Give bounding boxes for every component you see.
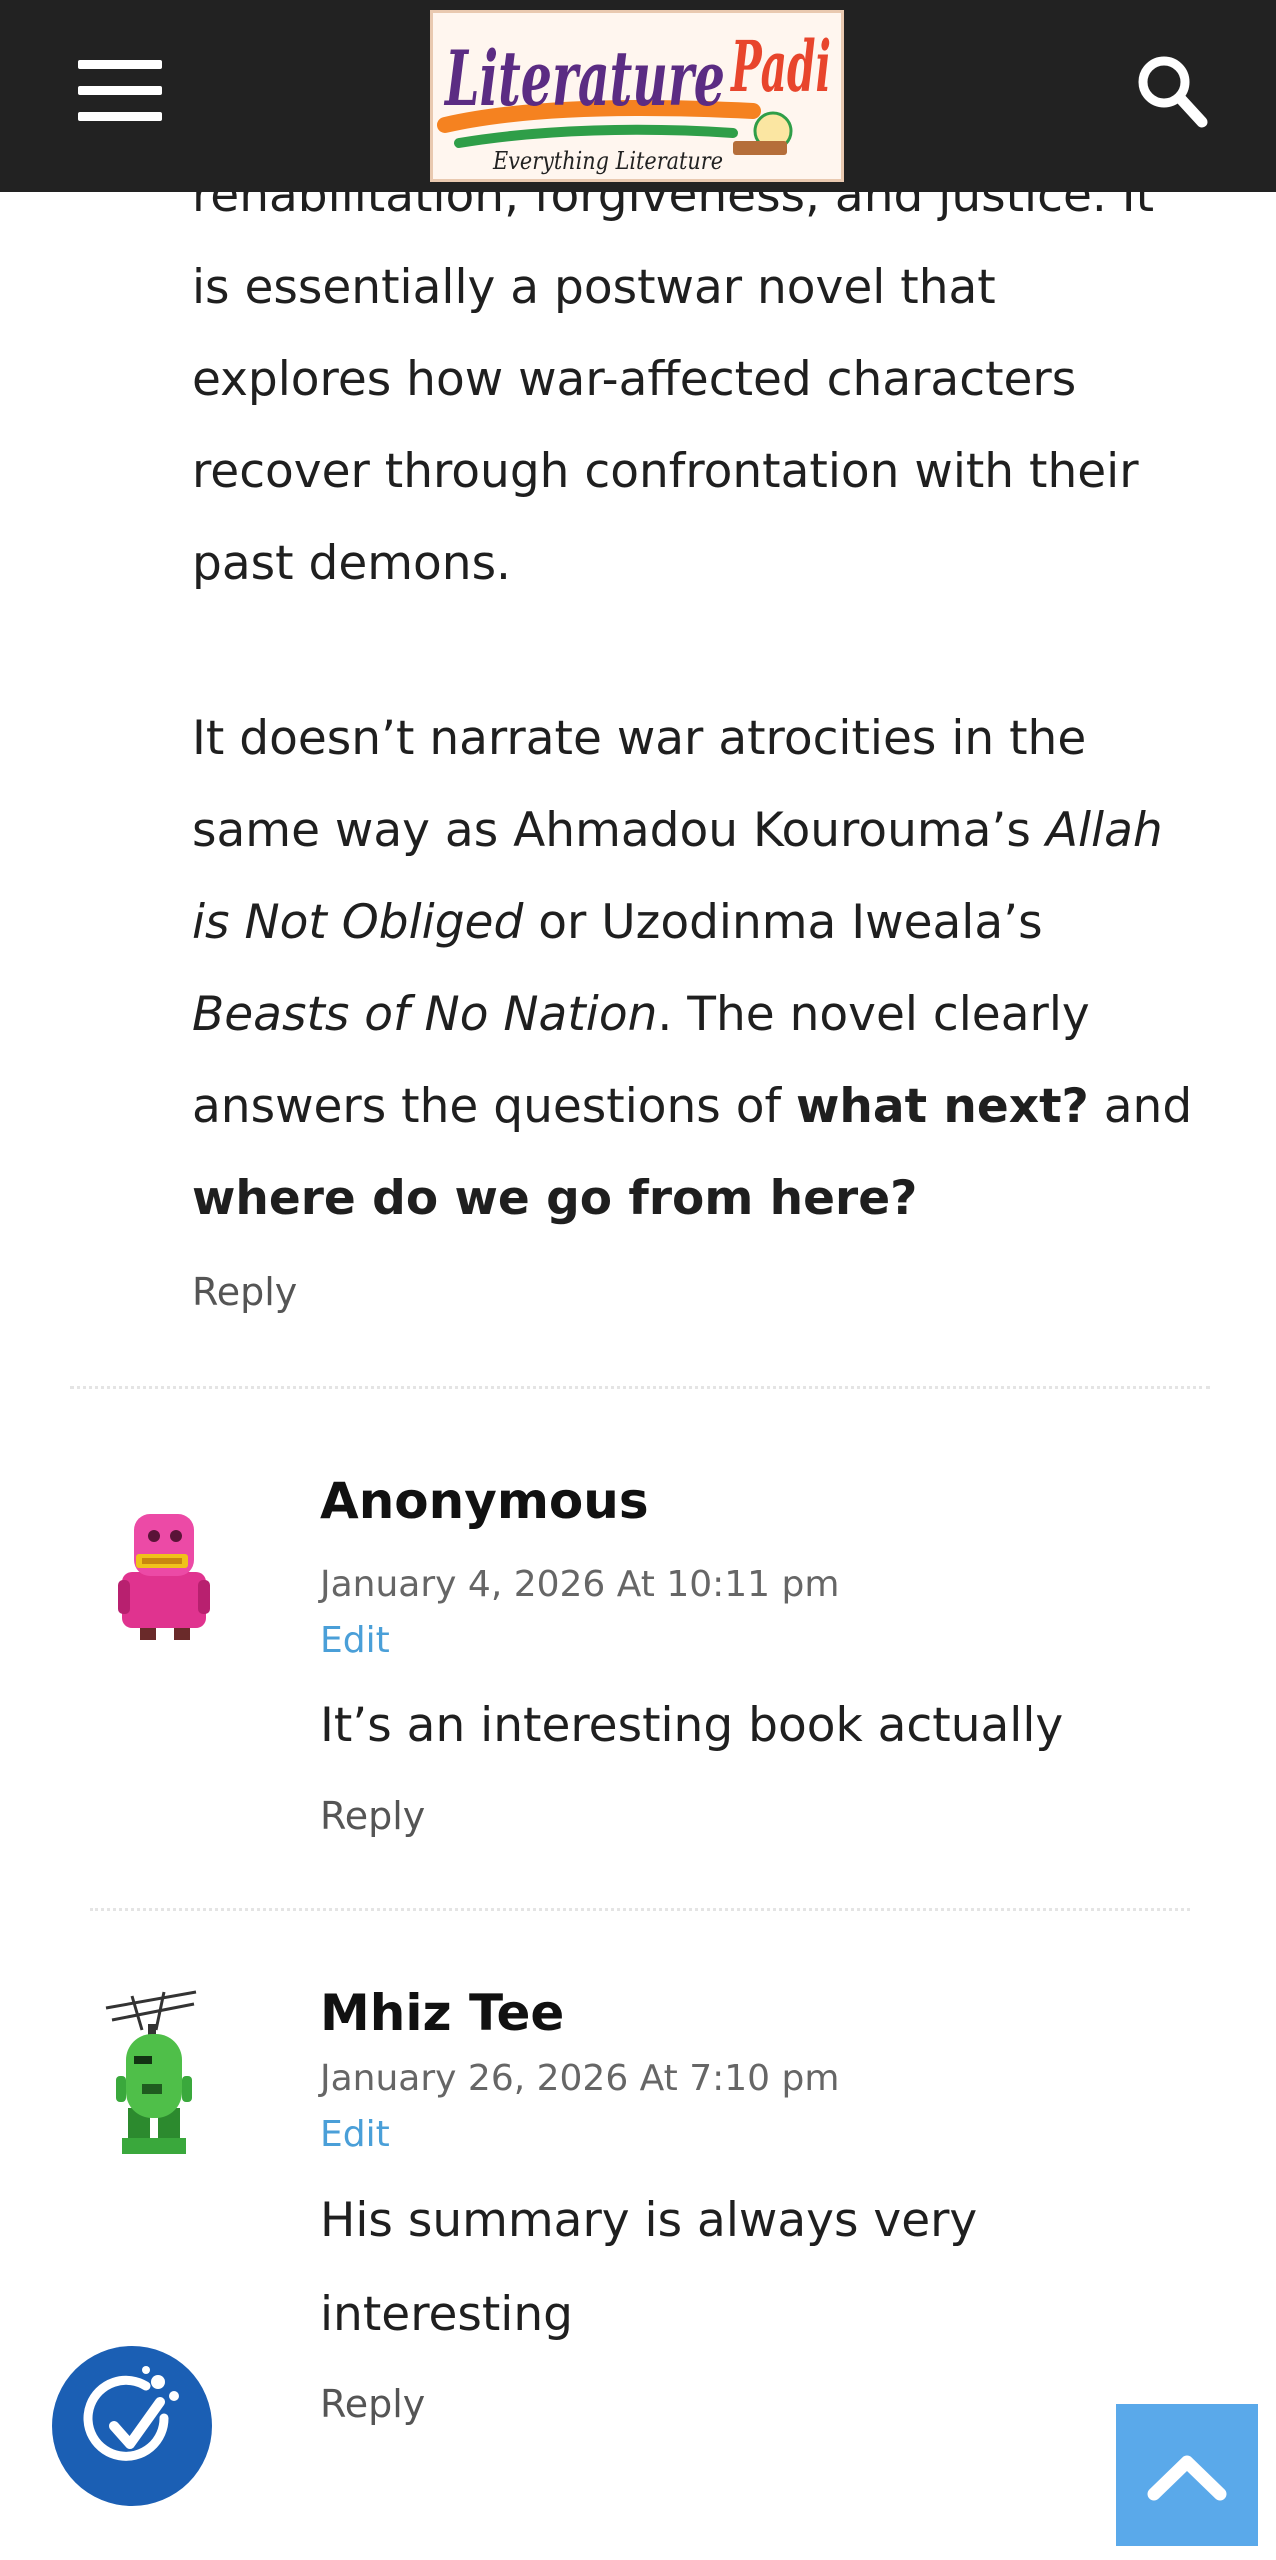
accessibility-check-icon (83, 2366, 179, 2461)
comment-divider (90, 1908, 1190, 1911)
site-header: Literature Padi Everything Literature (0, 0, 1276, 192)
avatar (112, 1506, 216, 1646)
article-paragraph-2: It doesn’t narrate war atrocities in the… (192, 693, 1202, 1245)
question-where-do-we-go: where do we go from here? (192, 1171, 918, 1226)
paragraph-2-text-d: and (1088, 1079, 1193, 1134)
comment-author[interactable]: Mhiz Tee (320, 1984, 564, 2042)
svg-text:Literature: Literature (444, 34, 725, 123)
back-to-top-button[interactable] (1116, 2404, 1258, 2546)
comment-author[interactable]: Anonymous (320, 1472, 649, 1530)
reply-link[interactable]: Reply (192, 1270, 297, 1314)
search-icon[interactable] (1130, 50, 1214, 134)
hamburger-menu-icon[interactable] (72, 52, 166, 132)
edit-link[interactable]: Edit (320, 1620, 390, 1661)
avatar (102, 1990, 206, 2170)
article-content: rehabilitation, forgiveness, and justice… (0, 0, 1276, 2560)
comment-divider (70, 1386, 1210, 1389)
reply-link[interactable]: Reply (320, 2382, 425, 2426)
book-title-beasts-of-no-nation: Beasts of No Nation (192, 987, 658, 1042)
comment-text: His summary is always very interesting (320, 2193, 978, 2342)
accessibility-button[interactable] (52, 2346, 212, 2506)
reply-link[interactable]: Reply (320, 1794, 425, 1838)
logo-graphic: Literature Padi Everything Literature (437, 25, 831, 175)
article-paragraph-1: rehabilitation, forgiveness, and justice… (192, 150, 1202, 610)
comment-date[interactable]: January 26, 2026 At 7:10 pm (320, 2058, 839, 2099)
chevron-up-icon (1147, 2455, 1227, 2501)
paragraph-2-text-b: or Uzodinma Iweala’s (523, 895, 1043, 950)
question-what-next: what next? (795, 1079, 1089, 1134)
edit-link[interactable]: Edit (320, 2114, 390, 2155)
paragraph-1-text: essentially a postwar novel that explore… (192, 260, 1139, 591)
svg-text:Padi: Padi (730, 25, 831, 108)
pink-robot-avatar-icon (118, 1514, 210, 1640)
site-logo[interactable]: Literature Padi Everything Literature (430, 10, 844, 182)
green-robot-avatar-icon (105, 1990, 197, 2154)
comment-date[interactable]: January 4, 2026 At 10:11 pm (320, 1564, 839, 1605)
comment-text: It’s an interesting book actually (320, 1698, 1064, 1753)
svg-text:Everything Literature: Everything Literature (492, 147, 723, 175)
paragraph-2-text-a: It doesn’t narrate war atrocities in the… (192, 711, 1087, 858)
